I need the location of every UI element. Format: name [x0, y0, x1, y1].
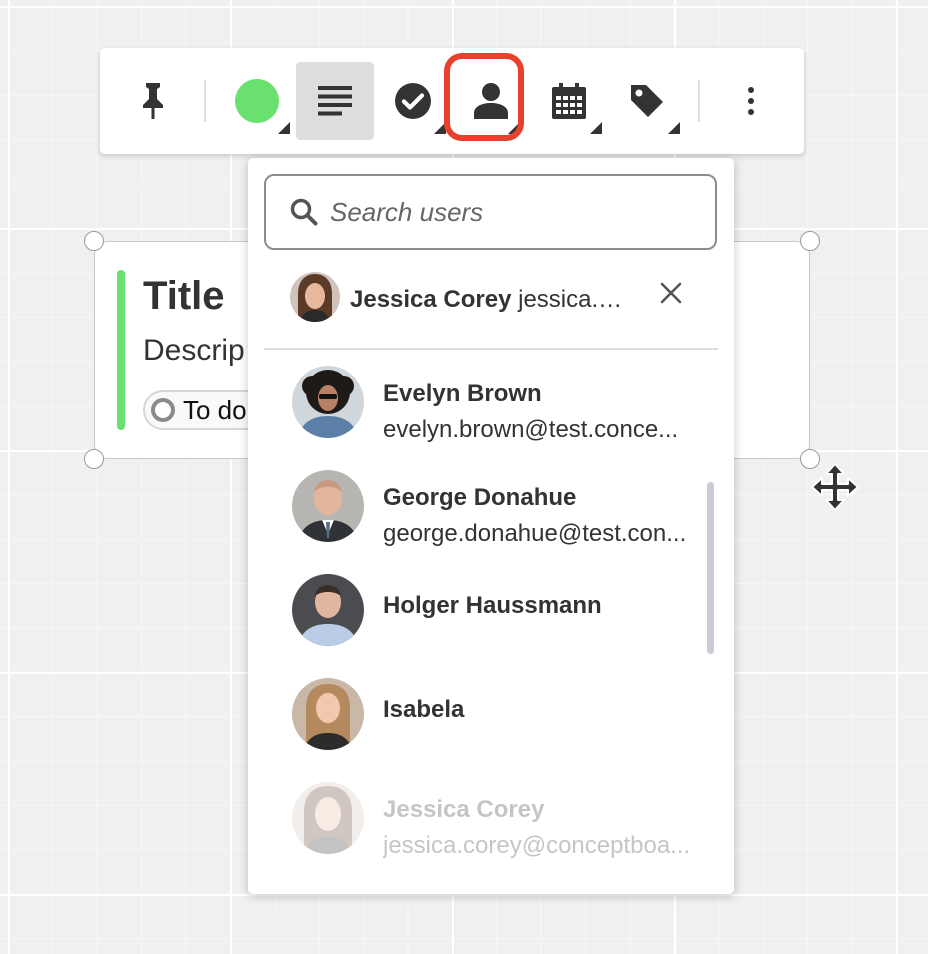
avatar	[292, 782, 364, 854]
avatar	[290, 272, 340, 322]
toolbar-divider	[204, 80, 206, 122]
vertical-dots-icon	[748, 87, 754, 115]
selected-user-name: Jessica Corey	[350, 286, 512, 313]
color-circle-icon	[235, 79, 279, 123]
user-name: George Donahue	[383, 484, 577, 511]
user-email: evelyn.brown@test.conce...	[383, 416, 679, 443]
tags-button[interactable]	[608, 62, 686, 140]
resize-handle-top-right[interactable]	[800, 231, 820, 251]
status-circle-icon	[151, 398, 175, 422]
check-circle-icon	[395, 83, 431, 119]
text-lines-icon	[318, 86, 352, 116]
text-style-button[interactable]	[296, 62, 374, 140]
avatar	[292, 574, 364, 646]
search-input[interactable]	[330, 176, 700, 248]
pin-button[interactable]	[114, 62, 192, 140]
caret-icon	[278, 122, 290, 134]
user-name: Jessica Corey	[383, 796, 545, 823]
resize-handle-bottom-left[interactable]	[84, 449, 104, 469]
user-email: george.donahue@test.con...	[383, 520, 687, 547]
selected-user-email: jessica.c...	[518, 286, 630, 313]
move-icon[interactable]	[810, 462, 860, 512]
assignee-highlight-frame	[444, 53, 524, 141]
more-button[interactable]	[712, 62, 790, 140]
avatar	[292, 470, 364, 542]
resize-handle-top-left[interactable]	[84, 231, 104, 251]
user-list-item[interactable]: Isabela	[248, 674, 734, 774]
user-email: jessica.corey@conceptboa...	[383, 832, 691, 859]
selected-user-text: Jessica Corey jessica.c...	[350, 286, 630, 314]
color-button[interactable]	[218, 62, 296, 140]
close-icon[interactable]	[658, 280, 684, 306]
card-title[interactable]: Title	[143, 274, 225, 319]
user-name: Evelyn Brown	[383, 380, 542, 407]
search-icon	[290, 198, 318, 226]
user-list-item[interactable]: George Donahue george.donahue@test.con..…	[248, 466, 734, 566]
avatar	[292, 678, 364, 750]
status-button[interactable]	[374, 62, 452, 140]
user-list-item[interactable]: Holger Haussmann	[248, 570, 734, 670]
divider	[264, 348, 718, 350]
due-date-button[interactable]	[530, 62, 608, 140]
caret-icon	[668, 122, 680, 134]
avatar	[292, 366, 364, 438]
card-toolbar	[100, 48, 804, 154]
status-label: To do	[183, 395, 247, 425]
tag-icon	[631, 85, 663, 117]
caret-icon	[590, 122, 602, 134]
user-list-item[interactable]: Evelyn Brown evelyn.brown@test.conce...	[248, 362, 734, 462]
user-name: Isabela	[383, 696, 465, 723]
scrollbar[interactable]	[707, 482, 714, 654]
search-box[interactable]	[264, 174, 717, 250]
assignee-dropdown: Jessica Corey jessica.c... Evelyn Brown …	[248, 158, 734, 894]
card-accent-bar	[117, 270, 125, 430]
toolbar-divider	[698, 80, 700, 122]
user-list-item[interactable]: Jessica Corey jessica.corey@conceptboa..…	[248, 778, 734, 878]
user-name: Holger Haussmann	[383, 592, 602, 619]
calendar-icon	[552, 83, 586, 119]
card-description[interactable]: Descrip	[143, 334, 245, 368]
user-list: Evelyn Brown evelyn.brown@test.conce... …	[248, 354, 734, 894]
pushpin-icon	[143, 83, 163, 119]
